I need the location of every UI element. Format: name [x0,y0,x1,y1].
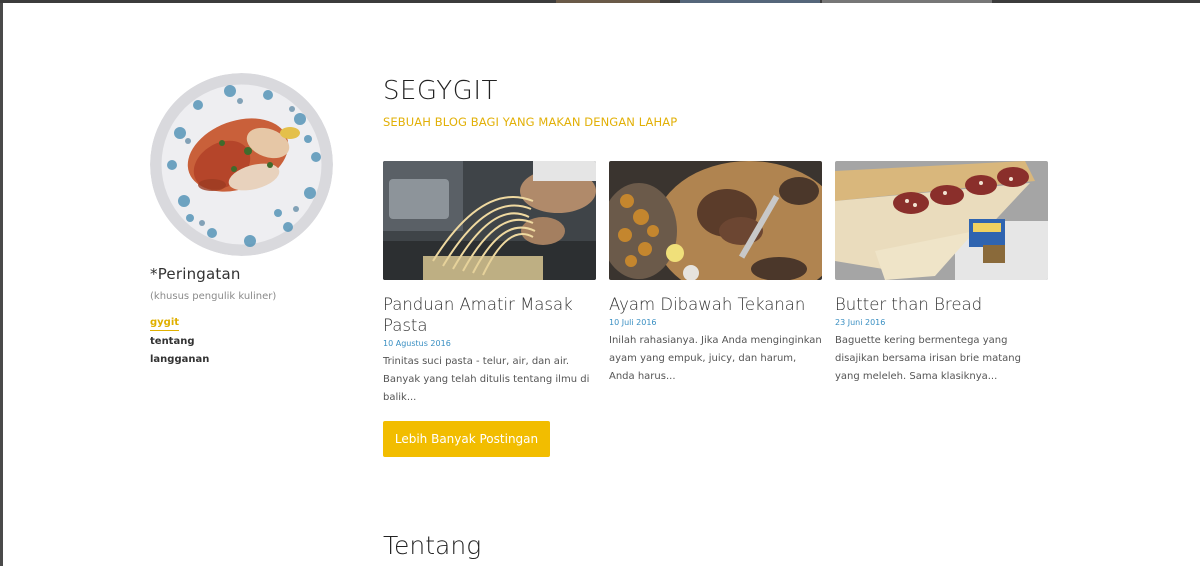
pasta-photo [383,161,596,280]
post-thumbnail[interactable] [609,161,822,280]
chicken-photo [609,161,822,280]
post-title[interactable]: Panduan Amatir Masak Pasta [383,294,596,336]
post-card: Ayam Dibawah Tekanan 10 Juli 2016 Inilah… [609,161,822,386]
brand-name: *Peringatan [150,265,241,283]
post-date: 10 Juli 2016 [609,318,657,327]
site-title[interactable]: SEGYGIT [383,76,498,106]
about-heading: Tentang [383,531,482,560]
post-thumbnail[interactable] [835,161,1048,280]
post-thumbnail[interactable] [383,161,596,280]
post-title[interactable]: Butter than Bread [835,294,1048,315]
avatar[interactable] [150,73,333,256]
site-tagline: SEBUAH BLOG BAGI YANG MAKAN DENGAN LAHAP [383,115,678,129]
sidebar-item-tentang[interactable]: tentang [150,333,195,351]
post-date: 23 Juni 2016 [835,318,886,327]
post-excerpt: Baguette kering bermentega yang disajika… [835,335,1021,382]
sidebar-nav: gygit tentang langganan [150,316,209,369]
post-excerpt: Inilah rahasianya. Jika Anda menginginka… [609,335,822,382]
post-card: Panduan Amatir Masak Pasta 10 Agustus 20… [383,161,596,407]
post-card: Butter than Bread 23 Juni 2016 Baguette … [835,161,1048,386]
brand-subtitle: (khusus pengulik kuliner) [150,291,277,302]
page: *Peringatan (khusus pengulik kuliner) gy… [3,3,1200,566]
sidebar-item-langganan[interactable]: langganan [150,351,209,369]
food-plate-image [150,73,333,256]
sidebar-item-gygit[interactable]: gygit [150,316,180,331]
post-date: 10 Agustus 2016 [383,339,451,348]
bread-photo [835,161,1048,280]
more-posts-button[interactable]: Lebih Banyak Postingan [383,421,550,457]
post-excerpt: Trinitas suci pasta - telur, air, dan ai… [383,356,590,403]
post-title[interactable]: Ayam Dibawah Tekanan [609,294,822,315]
